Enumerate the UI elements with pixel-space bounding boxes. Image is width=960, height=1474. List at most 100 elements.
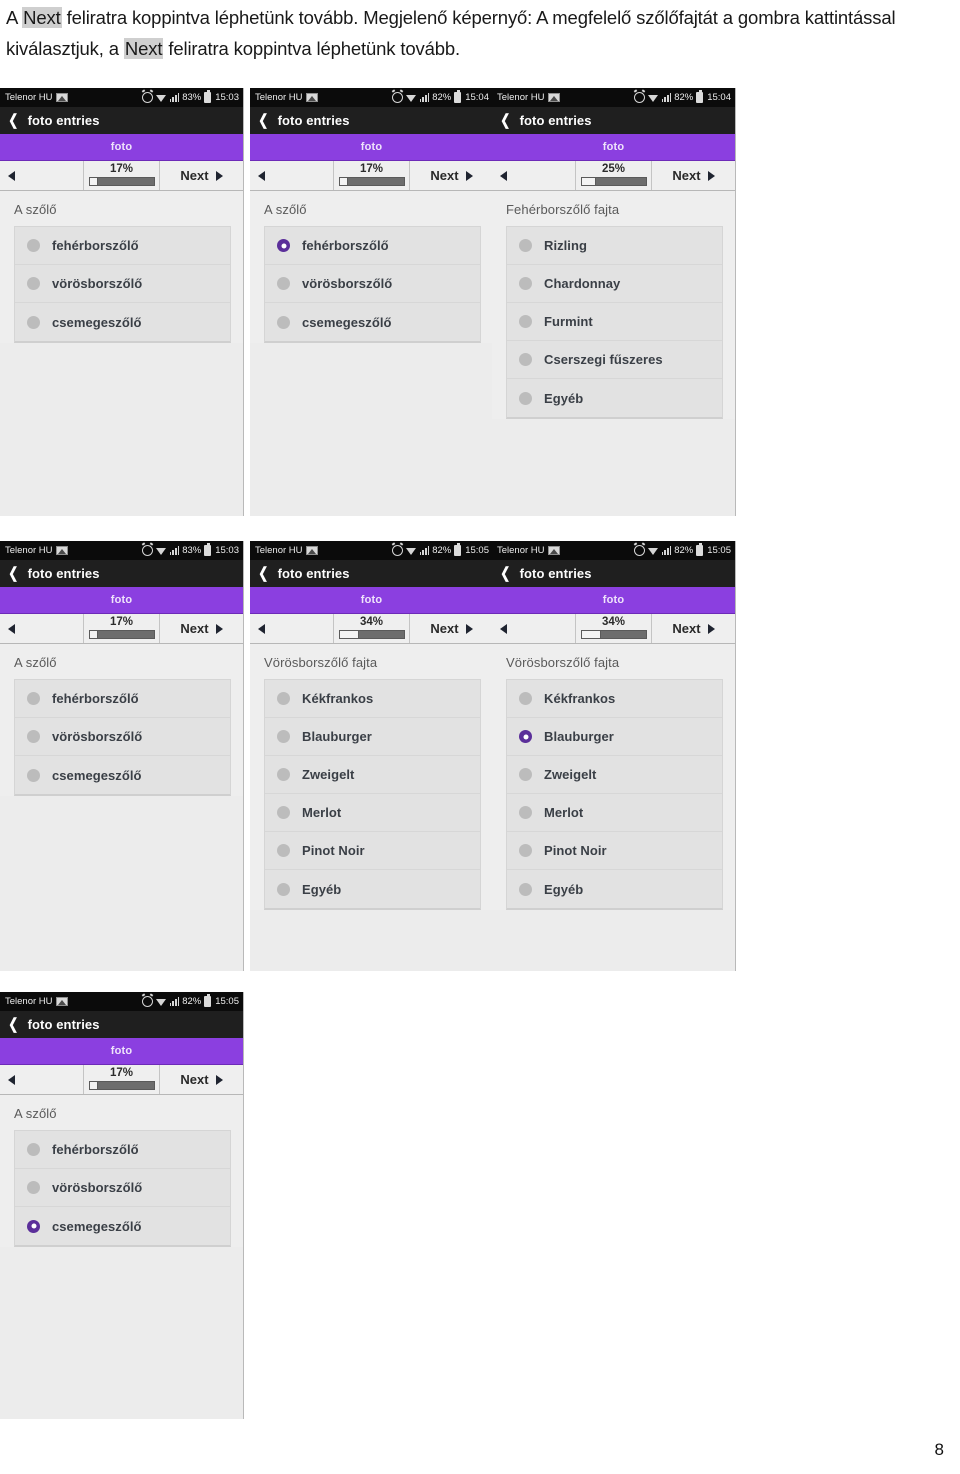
radio-option-row[interactable]: Kékfrankos <box>265 680 480 718</box>
prev-button[interactable] <box>250 614 334 643</box>
radio-option-row[interactable]: Blauburger <box>265 718 480 756</box>
radio-option-row[interactable]: vörösborszőlő <box>265 265 480 303</box>
radio-button-icon[interactable] <box>27 315 40 329</box>
radio-option-row[interactable]: fehérborszőlő <box>265 227 480 265</box>
next-button[interactable]: Next <box>159 161 243 190</box>
radio-button-icon[interactable] <box>519 239 532 252</box>
radio-button-icon[interactable] <box>277 730 290 743</box>
chevron-left-icon[interactable]: ❮ <box>258 566 268 581</box>
radio-option-row[interactable]: Furmint <box>507 303 722 341</box>
radio-button-icon[interactable] <box>27 1181 40 1194</box>
next-button[interactable]: Next <box>409 614 493 643</box>
triangle-left-icon <box>258 170 265 181</box>
radio-option-row[interactable]: Rizling <box>507 227 722 265</box>
prev-button[interactable] <box>492 614 576 643</box>
radio-button-icon[interactable] <box>27 730 40 743</box>
radio-option-row[interactable]: fehérborszőlő <box>15 1131 230 1169</box>
chevron-left-icon[interactable]: ❮ <box>500 566 510 581</box>
tab-foto[interactable]: foto <box>250 134 493 161</box>
tab-foto[interactable]: foto <box>0 587 243 614</box>
wizard-nav-strip: 17% Next <box>0 161 243 191</box>
radio-button-icon[interactable] <box>519 768 532 781</box>
tab-foto[interactable]: foto <box>492 134 735 161</box>
radio-option-row[interactable]: Zweigelt <box>265 756 480 794</box>
radio-option-row[interactable]: csemegeszőlő <box>15 1207 230 1245</box>
radio-button-icon[interactable] <box>277 806 290 819</box>
radio-button-icon[interactable] <box>27 239 40 252</box>
radio-button-icon[interactable] <box>519 806 532 819</box>
radio-button-icon[interactable] <box>519 391 532 405</box>
radio-button-icon[interactable] <box>277 768 290 781</box>
radio-option-row[interactable]: csemegeszőlő <box>15 756 230 794</box>
triangle-right-icon <box>215 1074 223 1085</box>
radio-option-row[interactable]: vörösborszőlő <box>15 1169 230 1207</box>
radio-button-icon[interactable] <box>27 277 40 290</box>
next-label: Next <box>180 1072 209 1087</box>
radio-option-row[interactable]: Egyéb <box>265 870 480 908</box>
radio-button-icon[interactable] <box>277 692 290 705</box>
radio-option-row[interactable]: Zweigelt <box>507 756 722 794</box>
progress-indicator: 17% <box>84 614 159 643</box>
radio-button-icon[interactable] <box>277 277 290 290</box>
chevron-left-icon[interactable]: ❮ <box>8 113 18 128</box>
next-button[interactable]: Next <box>651 614 735 643</box>
next-button[interactable]: Next <box>159 1065 243 1094</box>
radio-option-row[interactable]: Merlot <box>507 794 722 832</box>
radio-button-icon[interactable] <box>27 1143 40 1156</box>
chevron-left-icon[interactable]: ❮ <box>8 566 18 581</box>
radio-option-row[interactable]: fehérborszőlő <box>15 227 230 265</box>
radio-option-row[interactable]: Merlot <box>265 794 480 832</box>
radio-button-icon[interactable] <box>277 315 290 329</box>
prev-button[interactable] <box>0 1065 84 1094</box>
battery-percent: 82% <box>674 545 694 556</box>
radio-option-row[interactable]: Blauburger <box>507 718 722 756</box>
radio-button-icon[interactable] <box>27 1219 40 1233</box>
radio-option-row[interactable]: fehérborszőlő <box>15 680 230 718</box>
radio-button-icon[interactable] <box>519 315 532 328</box>
next-button[interactable]: Next <box>409 161 493 190</box>
chevron-left-icon[interactable]: ❮ <box>258 113 268 128</box>
tab-foto[interactable]: foto <box>0 1038 243 1065</box>
radio-option-row[interactable]: vörösborszőlő <box>15 718 230 756</box>
radio-button-icon[interactable] <box>519 353 532 366</box>
radio-option-row[interactable]: Pinot Noir <box>265 832 480 870</box>
radio-option-row[interactable]: Pinot Noir <box>507 832 722 870</box>
radio-option-row[interactable]: csemegeszőlő <box>265 303 480 341</box>
status-bar: Telenor HU 83% 15:03 <box>0 541 243 560</box>
prev-button[interactable] <box>250 161 334 190</box>
radio-button-icon[interactable] <box>277 844 290 857</box>
radio-button-icon[interactable] <box>519 692 532 705</box>
radio-option-row[interactable]: Kékfrankos <box>507 680 722 718</box>
next-button[interactable]: Next <box>651 161 735 190</box>
radio-button-icon[interactable] <box>519 730 532 743</box>
radio-option-row[interactable]: Egyéb <box>507 379 722 417</box>
radio-option-row[interactable]: Egyéb <box>507 870 722 908</box>
wifi-icon <box>405 547 417 555</box>
tab-foto[interactable]: foto <box>492 587 735 614</box>
group-title: Vörösborszőlő fajta <box>506 655 620 670</box>
prev-button[interactable] <box>0 161 84 190</box>
radio-button-icon[interactable] <box>519 882 532 896</box>
radio-button-icon[interactable] <box>27 768 40 782</box>
tab-foto[interactable]: foto <box>0 134 243 161</box>
radio-option-row[interactable]: csemegeszőlő <box>15 303 230 341</box>
chevron-left-icon[interactable]: ❮ <box>500 113 510 128</box>
triangle-left-icon <box>8 1074 15 1085</box>
radio-option-row[interactable]: Chardonnay <box>507 265 722 303</box>
radio-button-icon[interactable] <box>27 692 40 705</box>
tab-foto[interactable]: foto <box>250 587 493 614</box>
radio-button-icon[interactable] <box>519 844 532 857</box>
chevron-left-icon[interactable]: ❮ <box>8 1017 18 1032</box>
app-title: foto entries <box>519 113 592 128</box>
prev-button[interactable] <box>0 614 84 643</box>
alarm-icon <box>633 92 645 103</box>
app-title: foto entries <box>277 113 350 128</box>
next-button[interactable]: Next <box>159 614 243 643</box>
radio-button-icon[interactable] <box>277 882 290 896</box>
radio-option-row[interactable]: Cserszegi fűszeres <box>507 341 722 379</box>
radio-option-row[interactable]: vörösborszőlő <box>15 265 230 303</box>
radio-option-label: Chardonnay <box>544 276 621 291</box>
radio-button-icon[interactable] <box>519 277 532 290</box>
radio-button-icon[interactable] <box>277 239 290 252</box>
prev-button[interactable] <box>492 161 576 190</box>
